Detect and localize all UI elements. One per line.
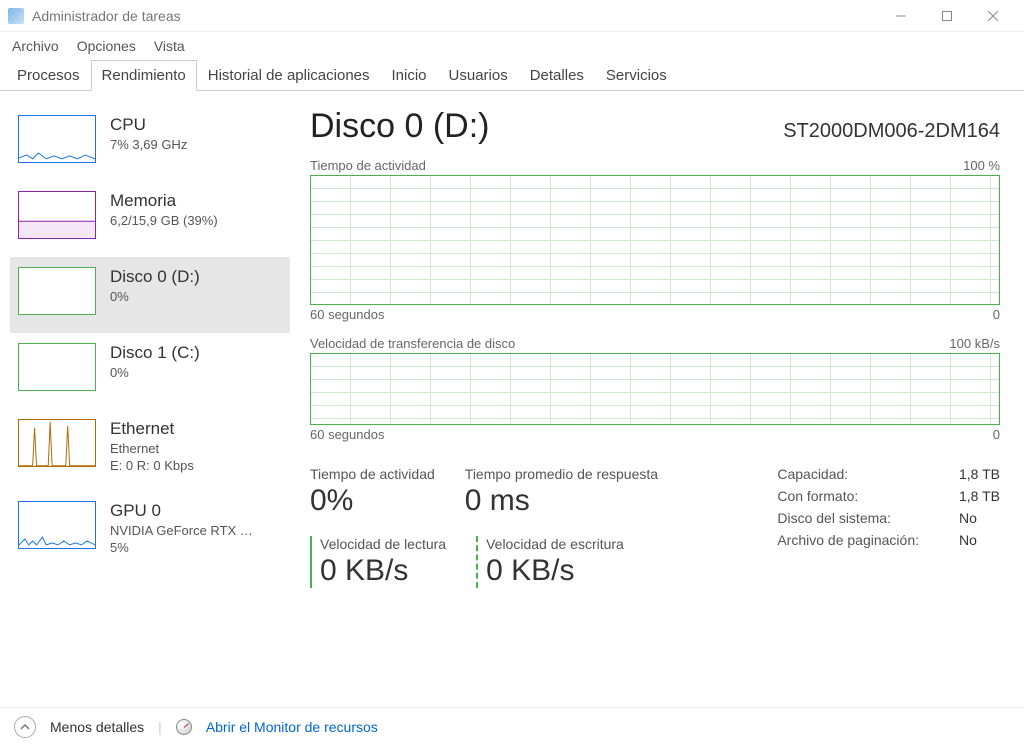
activity-chart-xl: 60 segundos (310, 307, 384, 322)
sidebar-item-disk1[interactable]: Disco 1 (C:) 0% (10, 333, 290, 409)
sidebar-item-ethernet[interactable]: Ethernet Ethernet E: 0 R: 0 Kbps (10, 409, 290, 491)
activity-label: Tiempo de actividad (310, 466, 435, 482)
formatted-value: 1,8 TB (959, 488, 1000, 504)
sidebar-item-gpu[interactable]: GPU 0 NVIDIA GeForce RTX … 5% (10, 491, 290, 573)
disk1-thumb (18, 343, 96, 391)
activity-value: 0% (310, 484, 435, 518)
disk0-thumb (18, 267, 96, 315)
tab-inicio[interactable]: Inicio (381, 60, 438, 90)
read-label: Velocidad de lectura (320, 536, 446, 552)
capacity-value: 1,8 TB (959, 466, 1000, 482)
sidebar-item-memory[interactable]: Memoria 6,2/15,9 GB (39%) (10, 181, 290, 257)
transfer-chart-xr: 0 (993, 427, 1000, 442)
gpu-sub1: NVIDIA GeForce RTX … (110, 523, 253, 538)
memory-thumb (18, 191, 96, 239)
menu-view[interactable]: Vista (154, 38, 185, 54)
gpu-title: GPU 0 (110, 501, 253, 521)
write-value: 0 KB/s (486, 554, 624, 588)
ethernet-sub1: Ethernet (110, 441, 194, 456)
ethernet-title: Ethernet (110, 419, 194, 439)
window-title: Administrador de tareas (32, 8, 878, 24)
menu-file[interactable]: Archivo (12, 38, 59, 54)
disk-heading: Disco 0 (D:) (310, 107, 489, 146)
disk1-title: Disco 1 (C:) (110, 343, 200, 363)
response-label: Tiempo promedio de respuesta (465, 466, 658, 482)
memory-sub: 6,2/15,9 GB (39%) (110, 213, 218, 228)
sidebar-item-cpu[interactable]: CPU 7% 3,69 GHz (10, 105, 290, 181)
ethernet-sub2: E: 0 R: 0 Kbps (110, 458, 194, 473)
app-icon (8, 8, 24, 24)
gpu-thumb (18, 501, 96, 549)
cpu-thumb (18, 115, 96, 163)
sidebar-item-disk0[interactable]: Disco 0 (D:) 0% (10, 257, 290, 333)
menu-options[interactable]: Opciones (77, 38, 136, 54)
tab-detalles[interactable]: Detalles (519, 60, 595, 90)
capacity-label: Capacidad: (777, 466, 919, 482)
tab-procesos[interactable]: Procesos (6, 60, 91, 90)
collapse-button[interactable] (14, 716, 36, 738)
transfer-chart-label: Velocidad de transferencia de disco (310, 336, 515, 351)
fewer-details-link[interactable]: Menos detalles (50, 719, 144, 735)
main-panel: Disco 0 (D:) ST2000DM006-2DM164 Tiempo d… (290, 91, 1024, 707)
disk0-sub: 0% (110, 289, 200, 304)
tab-historial[interactable]: Historial de aplicaciones (197, 60, 381, 90)
sysdisk-value: No (959, 510, 1000, 526)
pagefile-label: Archivo de paginación: (777, 532, 919, 548)
menubar: Archivo Opciones Vista (0, 32, 1024, 60)
memory-title: Memoria (110, 191, 218, 211)
pagefile-value: No (959, 532, 1000, 548)
sysdisk-label: Disco del sistema: (777, 510, 919, 526)
activity-chart-block: Tiempo de actividad 100 % 60 segundos 0 (310, 158, 1000, 322)
separator: | (158, 719, 162, 735)
response-value: 0 ms (465, 484, 658, 518)
disk1-sub: 0% (110, 365, 200, 380)
activity-chart-xr: 0 (993, 307, 1000, 322)
disk-model: ST2000DM006-2DM164 (783, 120, 1000, 143)
ethernet-thumb (18, 419, 96, 467)
activity-chart (310, 175, 1000, 305)
activity-chart-max: 100 % (963, 158, 1000, 173)
sidebar: CPU 7% 3,69 GHz Memoria 6,2/15,9 GB (39%… (0, 91, 290, 707)
maximize-button[interactable] (924, 0, 970, 32)
disk-info-grid: Capacidad: 1,8 TB Con formato: 1,8 TB Di… (777, 466, 1000, 588)
transfer-chart-xl: 60 segundos (310, 427, 384, 442)
tab-usuarios[interactable]: Usuarios (438, 60, 519, 90)
titlebar: Administrador de tareas (0, 0, 1024, 32)
close-button[interactable] (970, 0, 1016, 32)
transfer-chart (310, 353, 1000, 425)
activity-chart-label: Tiempo de actividad (310, 158, 426, 173)
open-resource-monitor-link[interactable]: Abrir el Monitor de recursos (206, 719, 378, 735)
tab-bar: Procesos Rendimiento Historial de aplica… (0, 60, 1024, 91)
tab-servicios[interactable]: Servicios (595, 60, 678, 90)
tab-rendimiento[interactable]: Rendimiento (91, 60, 197, 91)
read-value: 0 KB/s (320, 554, 446, 588)
write-label: Velocidad de escritura (486, 536, 624, 552)
formatted-label: Con formato: (777, 488, 919, 504)
disk0-title: Disco 0 (D:) (110, 267, 200, 287)
minimize-button[interactable] (878, 0, 924, 32)
gpu-sub2: 5% (110, 540, 253, 555)
transfer-chart-max: 100 kB/s (949, 336, 1000, 351)
cpu-title: CPU (110, 115, 187, 135)
resource-monitor-icon (176, 719, 192, 735)
footer: Menos detalles | Abrir el Monitor de rec… (0, 707, 1024, 746)
transfer-chart-block: Velocidad de transferencia de disco 100 … (310, 336, 1000, 442)
cpu-sub: 7% 3,69 GHz (110, 137, 187, 152)
